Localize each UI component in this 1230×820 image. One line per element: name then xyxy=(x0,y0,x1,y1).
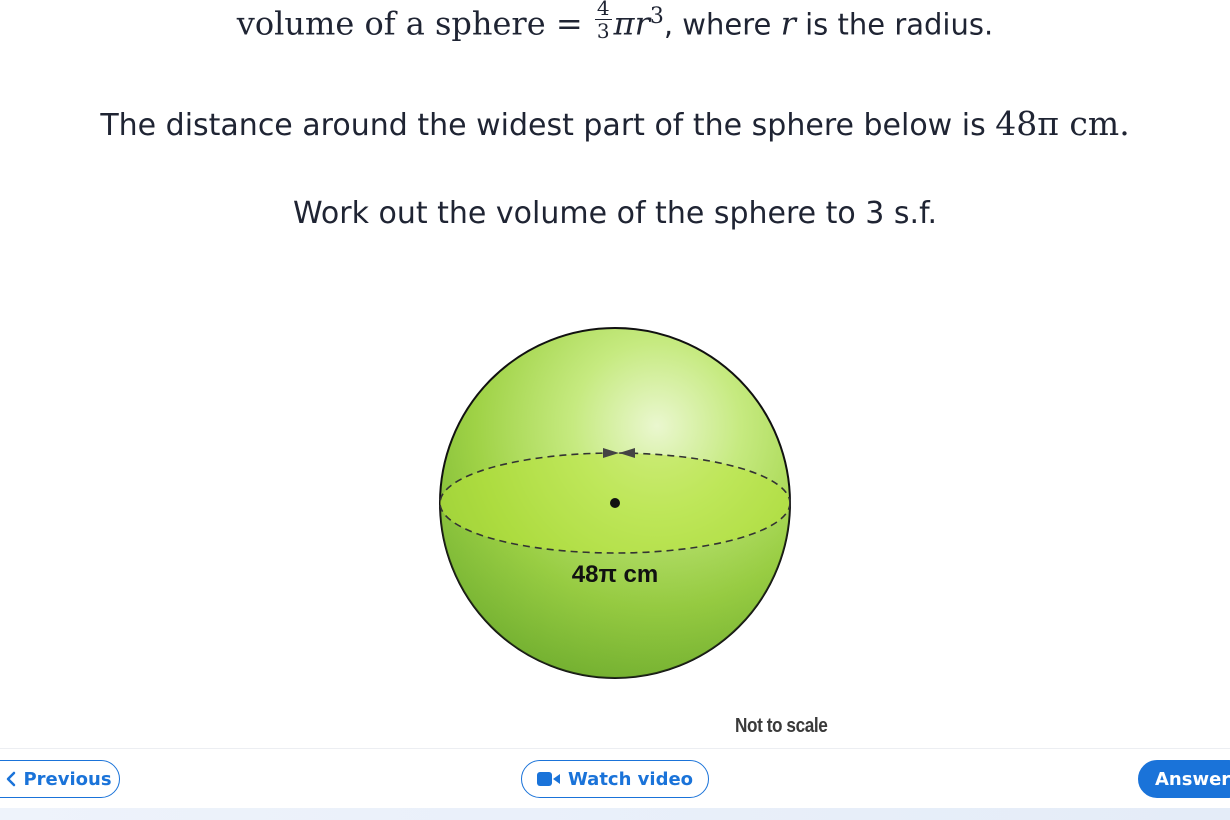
circumference-value: 48π cm. xyxy=(995,104,1130,143)
watch-video-label: Watch video xyxy=(567,768,694,790)
formula-line: volume of a sphere = 4 3 πr3, where r is… xyxy=(0,0,1230,47)
formula-tail: , where xyxy=(663,7,781,42)
previous-button[interactable]: Previous xyxy=(0,760,120,798)
bottom-bar xyxy=(0,808,1230,820)
question-line-task: Work out the volume of the sphere to 3 s… xyxy=(292,196,937,231)
equator-label: 48π cm xyxy=(572,561,658,588)
previous-label: Previous xyxy=(23,768,112,790)
chevron-left-icon xyxy=(7,771,16,787)
answer-button[interactable]: Answer xyxy=(1138,760,1230,798)
formula-lhs: volume of a sphere xyxy=(236,4,546,43)
fraction-denominator: 3 xyxy=(596,19,610,44)
sphere-centre-dot xyxy=(610,498,620,508)
watch-video-button[interactable]: Watch video xyxy=(521,760,709,798)
formula-exponent: 3 xyxy=(649,4,664,29)
answer-label: Answer xyxy=(1155,768,1230,790)
circumference-text: The distance around the widest part of t… xyxy=(100,108,996,143)
video-camera-icon xyxy=(536,772,560,786)
footer-divider xyxy=(0,748,1230,749)
formula-tail2: is the radius. xyxy=(795,7,994,42)
not-to-scale-note: Not to scale xyxy=(735,715,828,737)
fraction-numerator: 4 xyxy=(594,0,612,21)
question-line-circumference: The distance around the widest part of t… xyxy=(0,104,1230,143)
formula-equals: = xyxy=(555,4,583,43)
formula-fraction: 4 3 xyxy=(594,0,612,44)
formula-variable: r xyxy=(780,4,796,43)
sphere-diagram: 48π cm xyxy=(439,327,791,679)
formula-pi-r: πr xyxy=(613,4,650,43)
